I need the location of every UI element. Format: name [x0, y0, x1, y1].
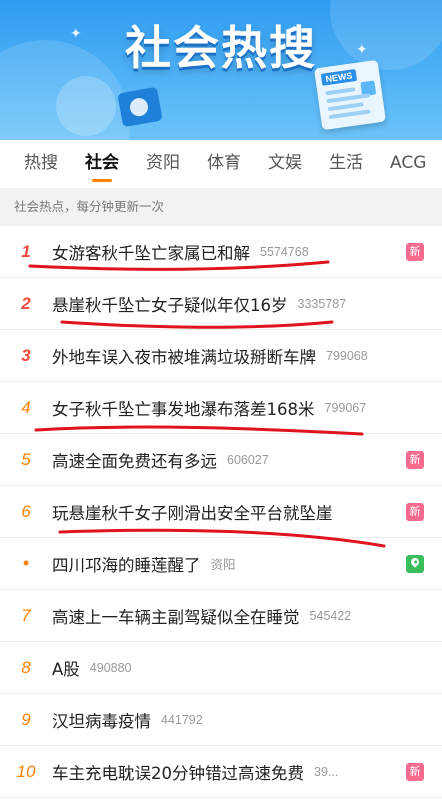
- item-title: 女子秋千坠亡事发地瀑布落差168米: [52, 399, 315, 419]
- list-item[interactable]: 1 女游客秋千坠亡家属已和解 5574768 新: [0, 226, 442, 278]
- list-item[interactable]: 5 高速全面免费还有多远 606027 新: [0, 434, 442, 486]
- item-title: A股: [52, 659, 80, 679]
- item-title: 四川邛海的睡莲醒了: [52, 555, 201, 575]
- new-badge-icon: 新: [406, 503, 424, 521]
- rank-number: 5: [21, 449, 31, 469]
- item-title: 外地车误入夜市被堆满垃圾掰断车牌: [52, 347, 316, 367]
- hot-count: 441792: [161, 712, 203, 727]
- rank-number: 1: [21, 241, 31, 261]
- hot-count: 799067: [324, 400, 367, 415]
- new-badge-icon: 新: [406, 451, 424, 469]
- promo-dot-icon: •: [22, 553, 30, 573]
- new-badge-icon: 新: [406, 763, 424, 781]
- hot-search-list: 1 女游客秋千坠亡家属已和解 5574768 新 2 悬崖秋千坠亡女子疑似年仅1…: [0, 226, 442, 798]
- list-item[interactable]: 7 高速上一车辆主副驾疑似全在睡觉 545422: [0, 590, 442, 642]
- banner-decoration: [56, 76, 116, 136]
- hot-count: 39...: [314, 764, 339, 779]
- pie-chart-icon: [117, 86, 163, 128]
- rank-number: 4: [21, 397, 31, 417]
- tab-entertainment[interactable]: 文娱: [268, 140, 302, 188]
- item-title: 汉坦病毒疫情: [52, 711, 151, 731]
- tab-life[interactable]: 生活: [329, 140, 363, 188]
- tab-society[interactable]: 社会: [85, 140, 119, 188]
- location-label: 资阳: [210, 557, 236, 572]
- item-title: 车主充电耽误20分钟错过高速免费: [52, 763, 304, 783]
- rank-number: 6: [21, 501, 31, 521]
- rank-number: 9: [21, 709, 31, 729]
- update-notice: 社会热点，每分钟更新一次: [0, 188, 442, 226]
- rank-number: 8: [21, 657, 31, 677]
- item-title: 高速上一车辆主副驾疑似全在睡觉: [52, 607, 300, 627]
- item-title: 悬崖秋千坠亡女子疑似年仅16岁: [52, 295, 288, 315]
- list-item[interactable]: 2 悬崖秋千坠亡女子疑似年仅16岁 3335787: [0, 278, 442, 330]
- tab-hot[interactable]: 热搜: [24, 140, 58, 188]
- list-item[interactable]: 6 玩悬崖秋千女子刚滑出安全平台就坠崖 新: [0, 486, 442, 538]
- item-title: 高速全面免费还有多远: [52, 451, 217, 471]
- newspaper-icon: NEWS: [313, 59, 387, 131]
- new-badge-icon: 新: [406, 243, 424, 261]
- list-item[interactable]: 8 A股 490880: [0, 642, 442, 694]
- hot-count: 490880: [89, 660, 132, 675]
- rank-number: 10: [16, 761, 36, 781]
- list-item[interactable]: • 四川邛海的睡莲醒了 资阳: [0, 538, 442, 590]
- item-title: 玩悬崖秋千女子刚滑出安全平台就坠崖: [52, 503, 333, 523]
- category-tabs: 热搜 社会 资阳 体育 文娱 生活 ACG: [0, 140, 442, 188]
- rank-number: 3: [21, 345, 31, 365]
- rank-number: 7: [21, 605, 31, 625]
- hot-count: 5574768: [260, 244, 309, 259]
- news-tag: NEWS: [320, 68, 358, 86]
- list-item[interactable]: 4 女子秋千坠亡事发地瀑布落差168米 799067: [0, 382, 442, 434]
- tab-acg[interactable]: ACG: [390, 140, 426, 188]
- list-item[interactable]: 9 汉坦病毒疫情 441792: [0, 694, 442, 746]
- hot-count: 3335787: [297, 296, 347, 311]
- hot-count: 606027: [227, 452, 269, 467]
- location-pin-icon: [406, 555, 424, 573]
- hot-count: 545422: [309, 608, 352, 623]
- tab-ziyang[interactable]: 资阳: [146, 140, 180, 188]
- list-item[interactable]: 10 车主充电耽误20分钟错过高速免费 39... 新: [0, 746, 442, 798]
- list-item[interactable]: 3 外地车误入夜市被堆满垃圾掰断车牌 799068: [0, 330, 442, 382]
- tab-sports[interactable]: 体育: [207, 140, 241, 188]
- rank-number: 2: [21, 293, 31, 313]
- hot-count: 799068: [326, 348, 368, 363]
- banner: ✦ ✦ 社会热搜 NEWS: [0, 0, 442, 140]
- item-title: 女游客秋千坠亡家属已和解: [52, 243, 250, 263]
